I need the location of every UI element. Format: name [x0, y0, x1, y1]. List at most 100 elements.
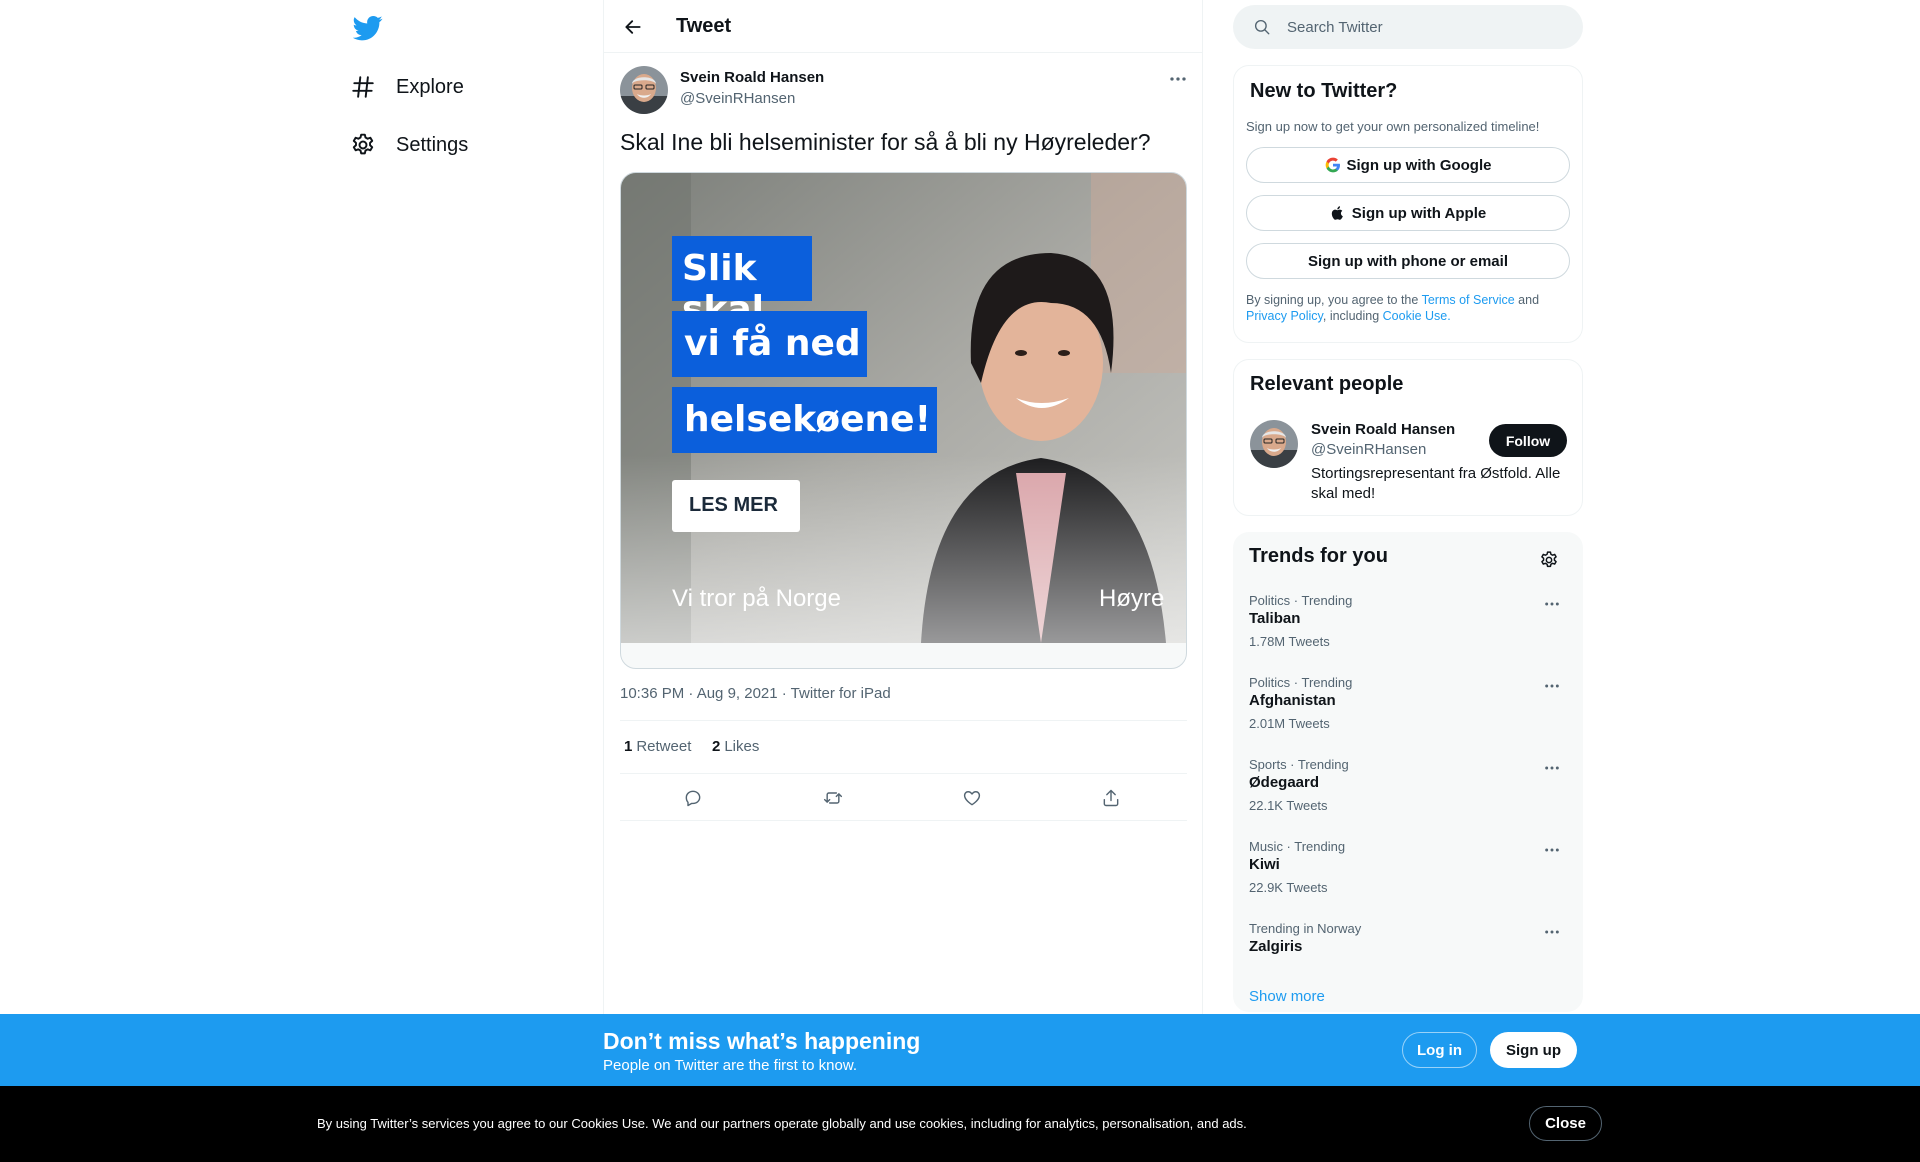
trend-context: Music · Trending: [1249, 839, 1346, 854]
relevant-person-avatar[interactable]: [1250, 420, 1298, 468]
media-tagline: Vi tror på Norge: [672, 585, 841, 612]
more-horizontal-icon: [1545, 766, 1559, 770]
relevant-person-bio: Stortingsrepresentant fra Østfold. Alle …: [1311, 465, 1561, 502]
reply-button[interactable]: [680, 785, 706, 811]
signup-card-title: New to Twitter?: [1250, 80, 1398, 102]
cookie-banner: By using Twitter’s services you agree to…: [0, 1086, 1920, 1162]
relevant-person-handle[interactable]: @SveinRHansen: [1311, 441, 1426, 458]
cookie-banner-text: By using Twitter’s services you agree to…: [317, 1116, 1247, 1131]
more-horizontal-icon: [1545, 602, 1559, 606]
show-more-link[interactable]: Show more: [1249, 988, 1325, 1005]
nav-explore-label: Explore: [396, 75, 464, 98]
trend-name: Kiwi: [1249, 856, 1280, 873]
trend-item[interactable]: Politics · Trending Taliban 1.78M Tweets: [1233, 593, 1583, 675]
trend-more-button[interactable]: [1538, 675, 1566, 697]
login-button[interactable]: Log in: [1402, 1032, 1477, 1068]
apple-icon: [1331, 206, 1343, 220]
page-title: Tweet: [676, 15, 732, 37]
tweet-text: Skal Ine bli helseminister for så å bli …: [620, 129, 1151, 155]
trend-more-button[interactable]: [1538, 839, 1566, 861]
follow-button[interactable]: Follow: [1489, 424, 1567, 457]
trend-context: Sports · Trending: [1249, 757, 1349, 772]
signup-apple-button[interactable]: Sign up with Apple: [1246, 195, 1570, 231]
retweet-icon: [823, 792, 843, 804]
nav-settings[interactable]: Settings: [350, 125, 468, 165]
trend-count: 1.78M Tweets: [1249, 634, 1330, 649]
trend-more-button[interactable]: [1538, 593, 1566, 615]
signup-google-label: Sign up with Google: [1346, 156, 1492, 174]
retweet-stat[interactable]: 1 Retweet: [624, 738, 691, 755]
terms-of-service-link[interactable]: Terms of Service: [1422, 293, 1515, 307]
retweet-stat-label: Retweet: [636, 738, 692, 755]
heart-icon: [963, 791, 981, 806]
signup-button[interactable]: Sign up: [1490, 1032, 1577, 1068]
author-name[interactable]: Svein Roald Hansen: [680, 69, 824, 86]
share-icon: [1103, 789, 1119, 807]
signup-apple-label: Sign up with Apple: [1351, 204, 1487, 222]
relevant-person-name[interactable]: Svein Roald Hansen: [1311, 421, 1455, 438]
trend-name: Taliban: [1249, 610, 1301, 627]
trends-settings-button[interactable]: [1535, 546, 1563, 574]
signup-google-button[interactable]: Sign up with Google: [1246, 147, 1570, 183]
nav-explore[interactable]: Explore: [350, 67, 464, 107]
retweet-button[interactable]: [820, 785, 846, 811]
gear-icon: [1541, 551, 1557, 568]
tweet-media[interactable]: Slik skal vi få ned helsekøene! LES MER …: [620, 172, 1187, 669]
signup-card: New to Twitter? Sign up now to get your …: [1233, 65, 1583, 343]
search-bar[interactable]: [1233, 5, 1583, 49]
trend-more-button[interactable]: [1538, 921, 1566, 943]
trend-item[interactable]: Music · Trending Kiwi 22.9K Tweets: [1233, 839, 1583, 921]
likes-stat-label: Likes: [724, 738, 760, 755]
trend-name: Zalgiris: [1249, 938, 1303, 955]
reply-icon: [685, 790, 701, 807]
more-horizontal-icon: [1545, 930, 1559, 934]
privacy-policy-link[interactable]: Privacy Policy: [1246, 309, 1323, 323]
media-les-mer-badge: LES MER: [672, 480, 800, 532]
signup-legal: By signing up, you agree to the Terms of…: [1246, 292, 1572, 324]
tweet-stats: 1 Retweet 2 Likes: [620, 720, 1187, 774]
relevant-people-title: Relevant people: [1250, 373, 1404, 395]
likes-stat[interactable]: 2 Likes: [712, 738, 759, 755]
retweet-count: 1: [624, 738, 633, 755]
trend-item[interactable]: Sports · Trending Ødegaard 22.1K Tweets: [1233, 757, 1583, 839]
media-brand: Høyre: [1099, 585, 1165, 612]
search-icon: [1254, 19, 1270, 35]
share-button[interactable]: [1098, 785, 1124, 811]
trend-count: 22.9K Tweets: [1249, 880, 1328, 895]
trend-name: Ødegaard: [1249, 774, 1320, 791]
tweet-more-button[interactable]: [1164, 68, 1192, 90]
media-banner-line1: Slik skal: [672, 236, 812, 330]
more-horizontal-icon: [1545, 848, 1559, 852]
signup-phone-email-button[interactable]: Sign up with phone or email: [1246, 243, 1570, 279]
back-button[interactable]: [618, 12, 648, 42]
cookie-use-link[interactable]: Cookie Use.: [1383, 309, 1451, 323]
trend-name: Afghanistan: [1249, 692, 1336, 709]
more-horizontal-icon: [1545, 684, 1559, 688]
trend-context: Politics · Trending: [1249, 675, 1353, 690]
search-input[interactable]: [1287, 18, 1547, 36]
legal-prefix: By signing up, you agree to the: [1246, 293, 1422, 307]
signup-prompt-bar: Don’t miss what’s happening People on Tw…: [0, 1014, 1920, 1086]
tweet-timestamp[interactable]: 10:36 PM · Aug 9, 2021 · Twitter for iPa…: [620, 685, 891, 702]
trend-item[interactable]: Politics · Trending Afghanistan 2.01M Tw…: [1233, 675, 1583, 757]
like-button[interactable]: [959, 785, 985, 811]
author-avatar[interactable]: [620, 66, 668, 114]
trend-context: Trending in Norway: [1249, 921, 1362, 936]
signup-prompt-title: Don’t miss what’s happening: [603, 1028, 921, 1054]
signup-card-subtitle: Sign up now to get your own personalized…: [1246, 119, 1540, 134]
legal-including: , including: [1322, 309, 1383, 323]
author-handle[interactable]: @SveinRHansen: [680, 90, 795, 107]
media-banner-line3: helsekøene!: [672, 387, 937, 453]
tweet-header: Tweet: [604, 0, 1202, 53]
cookie-close-button[interactable]: Close: [1529, 1106, 1602, 1141]
trend-more-button[interactable]: [1538, 757, 1566, 779]
signup-phone-email-label: Sign up with phone or email: [1307, 252, 1508, 270]
tweet-detail-column: Tweet Svein Roald Hansen @SveinRHansen S…: [603, 0, 1203, 1162]
relevant-people-card: Relevant people Svein Roald Hansen @Svei…: [1233, 359, 1583, 516]
twitter-bird-icon[interactable]: [350, 10, 386, 46]
hashtag-icon: [352, 76, 374, 98]
trends-card: Trends for you Politics · Trending Talib…: [1233, 532, 1583, 1012]
trend-count: 2.01M Tweets: [1249, 716, 1330, 731]
trend-count: 22.1K Tweets: [1249, 798, 1328, 813]
trend-context: Politics · Trending: [1249, 593, 1353, 608]
